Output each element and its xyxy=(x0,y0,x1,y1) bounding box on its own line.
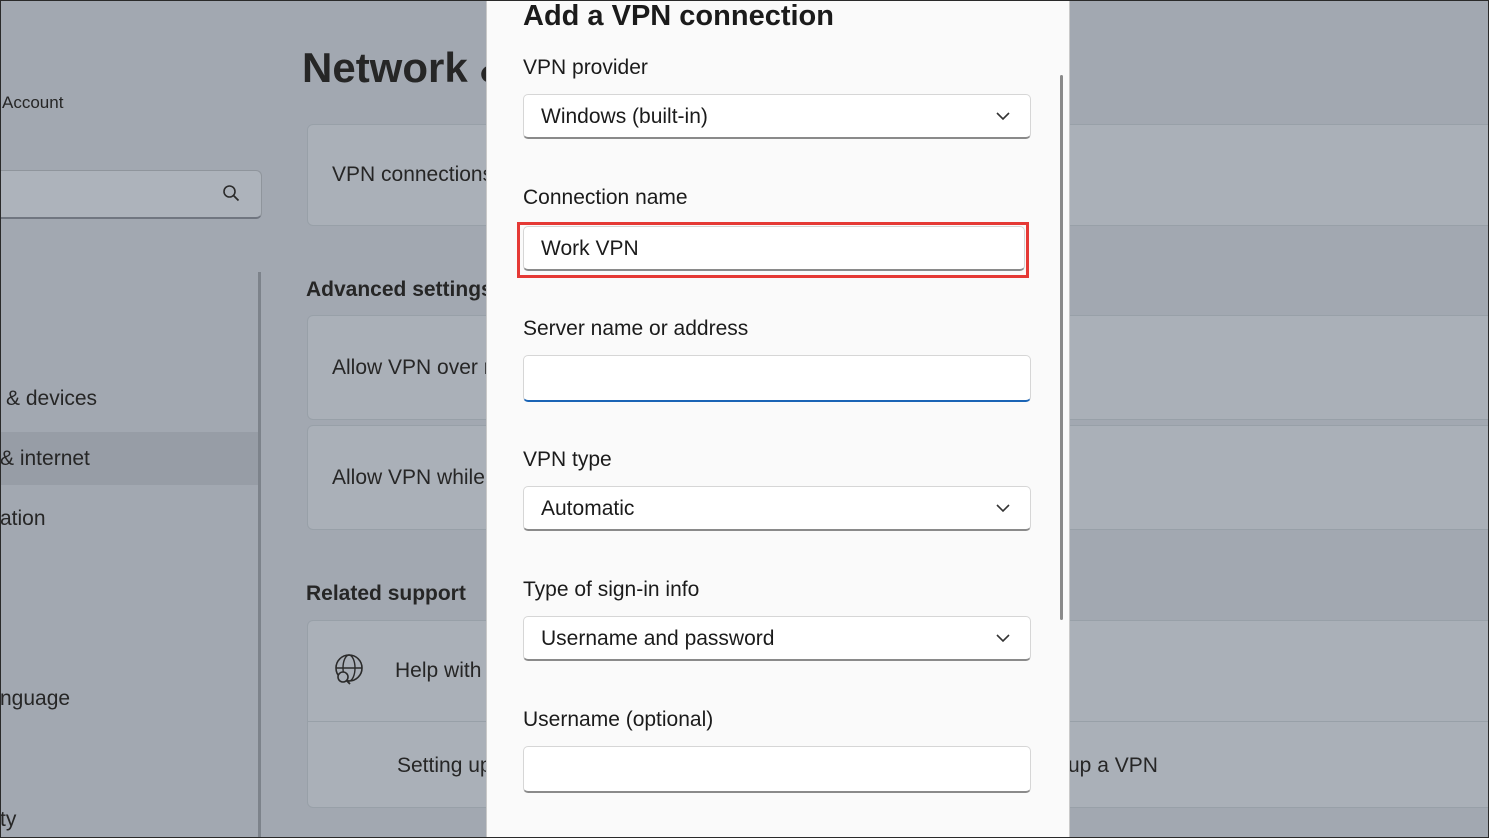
allow-vpn-roaming-label: Allow VPN while xyxy=(332,466,485,489)
vpn-provider-label: VPN provider xyxy=(523,56,648,79)
vpn-connections-label: VPN connections xyxy=(332,163,494,186)
related-support-header: Related support xyxy=(306,582,466,605)
help-with-label[interactable]: Help with xyxy=(395,659,481,683)
nav-item-time-language[interactable]: nguage xyxy=(0,687,70,711)
signin-type-select[interactable]: Username and password xyxy=(523,616,1031,661)
nav-item-bluetooth-devices[interactable]: & devices xyxy=(6,387,97,411)
setting-up-vpn-link[interactable]: Setting up xyxy=(397,754,492,778)
chevron-down-icon xyxy=(996,112,1010,121)
server-address-label: Server name or address xyxy=(523,317,749,340)
username-input[interactable] xyxy=(523,746,1031,793)
chevron-down-icon xyxy=(996,634,1010,643)
account-label: Account xyxy=(2,93,64,112)
vpn-type-value: Automatic xyxy=(541,497,635,520)
vpn-provider-value: Windows (built-in) xyxy=(541,105,708,128)
chevron-down-icon xyxy=(996,504,1010,513)
nav-item-network-internet[interactable]: & internet xyxy=(0,447,90,471)
highlight-box xyxy=(517,222,1029,278)
page-title: Network & xyxy=(302,44,510,91)
nav-scrollbar[interactable] xyxy=(258,272,261,838)
signin-type-label: Type of sign-in info xyxy=(523,578,700,601)
server-address-input[interactable] xyxy=(523,355,1031,402)
allow-vpn-metered-label: Allow VPN over r xyxy=(332,356,491,379)
vpn-type-label: VPN type xyxy=(523,448,612,471)
dialog-scrollbar[interactable] xyxy=(1060,75,1063,620)
connection-name-label: Connection name xyxy=(523,186,688,209)
signin-type-value: Username and password xyxy=(541,627,775,650)
advanced-settings-header: Advanced settings xyxy=(306,278,493,301)
nav-item-personalization[interactable]: ation xyxy=(0,507,46,531)
globe-search-icon xyxy=(335,654,363,685)
dialog-title: Add a VPN connection xyxy=(523,0,834,32)
add-vpn-dialog: Add a VPN connection VPN provider Window… xyxy=(486,0,1070,838)
username-label: Username (optional) xyxy=(523,708,714,731)
vpn-provider-select[interactable]: Windows (built-in) xyxy=(523,94,1031,139)
vpn-type-select[interactable]: Automatic xyxy=(523,486,1031,531)
search-icon[interactable] xyxy=(222,184,240,202)
nav-item-accessibility[interactable]: ty xyxy=(0,808,16,832)
setting-up-vpn-link-right[interactable]: up a VPN xyxy=(1068,754,1158,778)
